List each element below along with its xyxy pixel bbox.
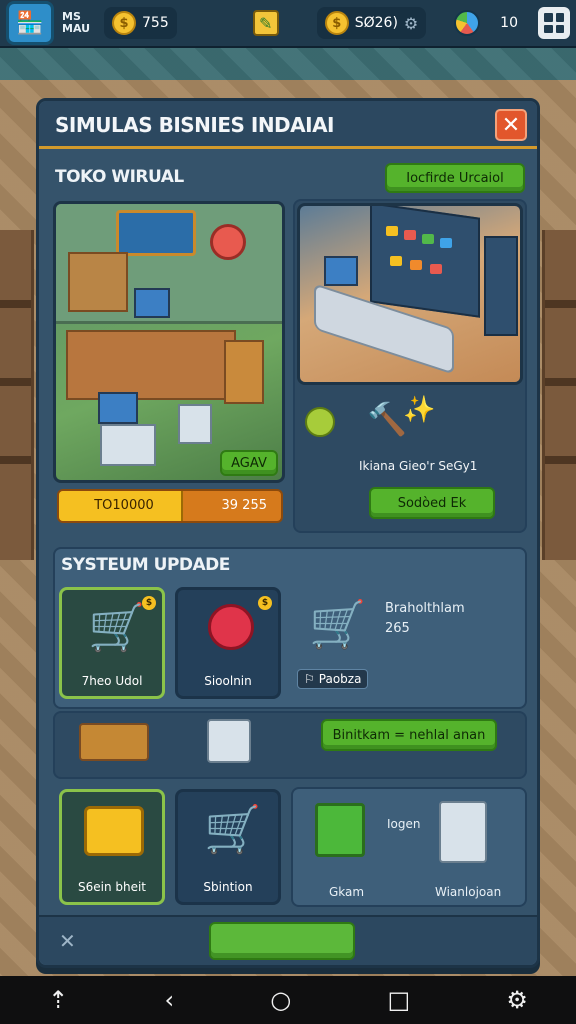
store-counter xyxy=(66,330,236,400)
upgrade-section-title: SYSTEUM UPDADE xyxy=(61,555,230,575)
tile-label: Sbintion xyxy=(203,880,253,894)
panel-title: SIMULAS BISNIES INDAIAI xyxy=(55,113,335,137)
brand-label: MS MAU xyxy=(62,10,91,35)
top-hud: 🏪 MS MAU $ 755 ✎ $ SØ26) ⚙ 10 xyxy=(0,0,576,48)
pill-icon: ⚐ xyxy=(304,672,315,686)
tile-label: S6ein bheit xyxy=(77,880,147,894)
earnings-progress-bar: TO10000 39 255 xyxy=(57,489,283,523)
store-header-button[interactable]: Iocfirde Urcaiol xyxy=(385,163,525,193)
cart-icon: 🛒 xyxy=(204,802,262,856)
settings-icon[interactable]: ⚙ xyxy=(404,14,418,33)
store-scene-right[interactable] xyxy=(297,203,523,385)
cash-register-icon xyxy=(84,806,144,856)
side-value: 265 xyxy=(385,621,410,636)
upgrade-tile-red[interactable]: $ Sioolnin xyxy=(175,587,281,699)
fan-icon xyxy=(210,224,246,260)
logo-icon[interactable]: 🏪 xyxy=(6,1,54,45)
tile-label: 7heo Udol xyxy=(81,674,143,688)
right-panel-button[interactable]: Sodòed Ek xyxy=(369,487,495,519)
left-scene-button[interactable]: AGAV xyxy=(220,450,278,476)
store-scene-left[interactable]: AGAV xyxy=(53,201,285,483)
shelf-icon xyxy=(439,801,487,863)
back-icon[interactable]: ‹ xyxy=(164,986,174,1014)
display-shelf xyxy=(370,206,480,318)
wall-shelf xyxy=(68,252,128,312)
side-pill[interactable]: ⚐ Paobza xyxy=(297,669,369,689)
right-caption: Ikiana Gieo'r SeGy1 xyxy=(359,459,478,473)
close-button[interactable]: ✕ xyxy=(495,109,527,141)
background-shelf-right xyxy=(542,230,576,560)
home-icon[interactable]: ○ xyxy=(270,986,291,1014)
globe-icon[interactable] xyxy=(454,10,481,36)
badge-icon: $ xyxy=(258,596,272,610)
cart-icon: 🛒 xyxy=(88,600,146,654)
pos-terminal xyxy=(100,424,156,466)
cabinet xyxy=(224,340,264,404)
bottom-top-label: Iogen xyxy=(387,817,421,831)
coins-value: 755 xyxy=(142,15,169,31)
level-value: 10 xyxy=(500,15,518,31)
coin-icon: $ xyxy=(324,11,349,35)
product-box xyxy=(178,404,212,444)
panel-footer: ✕ xyxy=(39,915,537,965)
hammer-icon: 🔨 xyxy=(367,400,407,438)
tall-shelf xyxy=(484,236,518,336)
coins-chip[interactable]: $ 755 xyxy=(104,7,177,39)
pencil-icon[interactable]: ✎ xyxy=(252,10,279,36)
store-section-title: TOKO WIRUAL xyxy=(55,167,184,187)
tile-label: Sioolnin xyxy=(204,674,252,688)
grid-icon[interactable] xyxy=(538,7,570,39)
computer-monitor xyxy=(134,288,170,318)
gold-coins-icon xyxy=(79,723,149,761)
accessibility-icon[interactable]: ⇡ xyxy=(48,986,68,1014)
footer-close-icon[interactable]: ✕ xyxy=(59,929,76,953)
coins-icon: ✨ xyxy=(403,395,436,425)
background-shelf-left xyxy=(0,230,34,560)
bottom-right-label: Wianlojoan xyxy=(435,885,502,899)
coin-icon: $ xyxy=(112,11,136,35)
cart-icon: 🛒 xyxy=(309,597,367,651)
system-nav-bar: ⇡ ‹ ○ □ ⚙ xyxy=(0,976,576,1024)
sign-board xyxy=(116,210,196,256)
confirm-button[interactable] xyxy=(209,922,355,960)
lock-icon xyxy=(305,407,335,437)
panel-header: SIMULAS BISNIES INDAIAI ✕ xyxy=(39,101,537,149)
recent-icon[interactable]: □ xyxy=(387,986,410,1014)
box-icon xyxy=(207,719,251,763)
bottom-tile-register[interactable]: S6ein bheit xyxy=(59,789,165,905)
tv-screen xyxy=(324,256,358,286)
green-box-icon xyxy=(315,803,365,857)
red-button-icon xyxy=(208,604,254,650)
progress-value: 39 255 xyxy=(221,498,268,513)
progress-label: TO10000 xyxy=(94,498,154,513)
business-sim-panel: SIMULAS BISNIES INDAIAI ✕ TOKO WIRUAL Io… xyxy=(36,98,540,968)
action-row-button[interactable]: Binitkam = nehlal anan xyxy=(321,719,497,751)
gems-value: SØ26) xyxy=(354,15,398,31)
bottom-tile-cart[interactable]: 🛒 Sbintion xyxy=(175,789,281,905)
gems-chip[interactable]: $ SØ26) ⚙ xyxy=(316,7,427,39)
gear-icon[interactable]: ⚙ xyxy=(506,986,528,1014)
upgrade-tile-cart[interactable]: $ 🛒 7heo Udol xyxy=(59,587,165,699)
pill-label: Paobza xyxy=(318,672,362,686)
bottom-left-label: Gkam xyxy=(329,885,365,899)
side-label: Braholthlam xyxy=(385,601,465,616)
pos-screen xyxy=(98,392,138,424)
